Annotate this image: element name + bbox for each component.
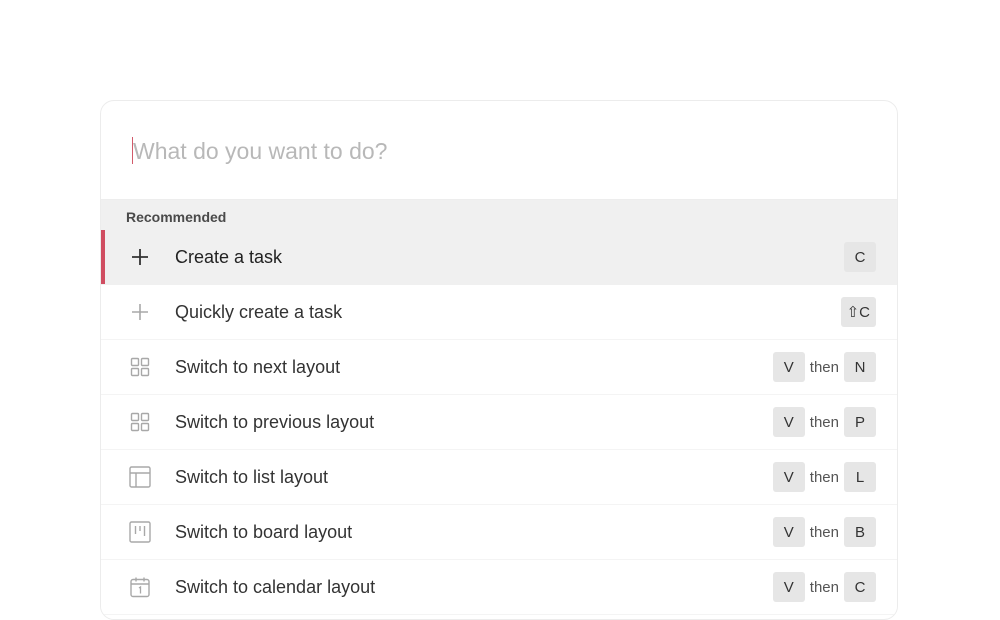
shortcut-key: ⇧C bbox=[840, 297, 876, 327]
search-row bbox=[101, 101, 897, 200]
command-label: Switch to list layout bbox=[175, 466, 329, 487]
shortcut-then: then bbox=[809, 358, 839, 376]
shortcut-key: B bbox=[844, 517, 876, 547]
shortcut: C bbox=[844, 242, 876, 272]
command-label: Switch to board layout bbox=[175, 521, 353, 542]
list-layout-icon bbox=[129, 466, 151, 488]
shortcut: ⇧C bbox=[840, 297, 876, 327]
plus-icon bbox=[129, 246, 151, 268]
shortcut-key: V bbox=[772, 407, 805, 437]
board-layout-icon bbox=[129, 521, 151, 543]
shortcut-key: V bbox=[772, 462, 805, 492]
shortcut-then: then bbox=[809, 468, 839, 486]
command-calendar-layout[interactable]: Switch to calendar layout V then C bbox=[101, 560, 897, 615]
shortcut-key: C bbox=[844, 242, 876, 272]
shortcut-key: V bbox=[772, 352, 805, 382]
shortcut-then: then bbox=[809, 523, 839, 541]
command-previous-layout[interactable]: Switch to previous layout V then P bbox=[101, 395, 897, 450]
shortcut-key: P bbox=[844, 407, 876, 437]
grid-icon bbox=[129, 411, 151, 433]
plus-light-icon bbox=[129, 301, 151, 323]
shortcut-key: L bbox=[844, 462, 876, 492]
command-create-task[interactable]: Create a task C bbox=[101, 230, 897, 285]
calendar-icon bbox=[129, 576, 151, 598]
command-label: Switch to calendar layout bbox=[175, 576, 376, 597]
command-label: Switch to previous layout bbox=[175, 411, 375, 432]
command-quick-create-task[interactable]: Quickly create a task ⇧C bbox=[101, 285, 897, 340]
shortcut: V then L bbox=[772, 462, 876, 492]
section-header-recommended: Recommended bbox=[101, 200, 897, 230]
command-next-layout[interactable]: Switch to next layout V then N bbox=[101, 340, 897, 395]
shortcut-then: then bbox=[809, 578, 839, 596]
shortcut: V then B bbox=[772, 517, 876, 547]
search-input[interactable] bbox=[133, 131, 833, 171]
grid-icon bbox=[129, 356, 151, 378]
shortcut: V then N bbox=[772, 352, 876, 382]
command-label: Quickly create a task bbox=[175, 301, 343, 322]
command-label: Switch to next layout bbox=[175, 356, 341, 377]
command-list-layout[interactable]: Switch to list layout V then L bbox=[101, 450, 897, 505]
shortcut-key: N bbox=[844, 352, 876, 382]
command-board-layout[interactable]: Switch to board layout V then B bbox=[101, 505, 897, 560]
shortcut-key: V bbox=[772, 517, 805, 547]
shortcut: V then C bbox=[772, 572, 876, 602]
shortcut: V then P bbox=[772, 407, 876, 437]
shortcut-key: C bbox=[844, 572, 876, 602]
shortcut-then: then bbox=[809, 413, 839, 431]
command-label: Create a task bbox=[175, 246, 283, 267]
command-palette: Recommended Create a task C Quickly crea… bbox=[100, 100, 898, 620]
shortcut-key: V bbox=[772, 572, 805, 602]
